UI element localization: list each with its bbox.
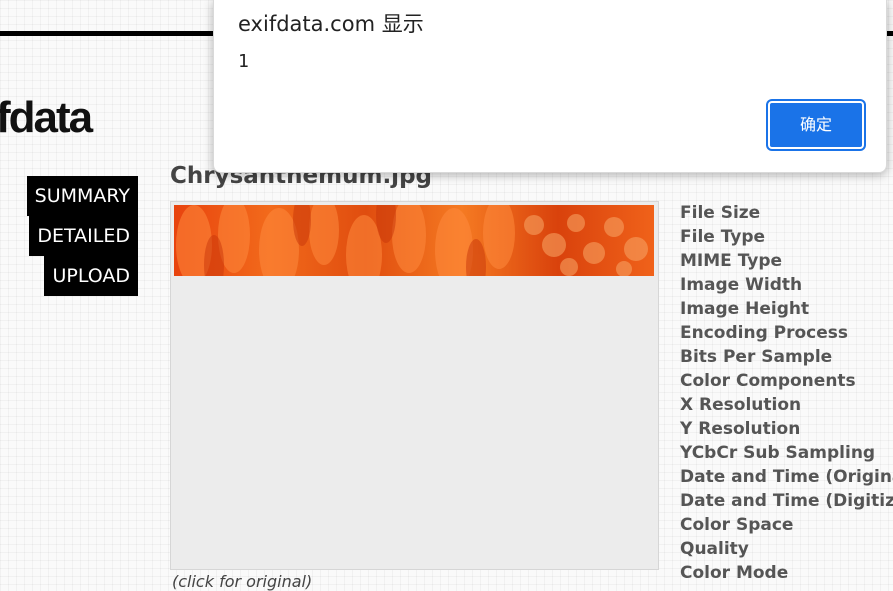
flower-image <box>176 205 648 276</box>
property-label: File Type <box>680 227 766 247</box>
nav-upload-link[interactable]: UPLOAD <box>44 256 138 296</box>
property-label: Date and Time (Original) <box>680 467 893 487</box>
image-caption[interactable]: (click for original) <box>172 572 312 591</box>
property-label: Color Mode <box>680 563 789 583</box>
property-label: File Size <box>680 203 761 223</box>
nav-summary-link[interactable]: SUMMARY <box>26 176 138 216</box>
property-label: Quality <box>680 539 749 559</box>
alert-dialog: exifdata.com 显示 1 确定 <box>213 0 887 173</box>
property-label: X Resolution <box>680 395 802 415</box>
property-label: Encoding Process <box>680 323 849 343</box>
property-label: Bits Per Sample <box>680 347 833 367</box>
property-list: File Size File Type MIME Type Image Widt… <box>680 203 893 587</box>
dialog-ok-button[interactable]: 确定 <box>768 101 864 149</box>
dialog-title: exifdata.com 显示 <box>238 12 424 36</box>
property-label: Color Components <box>680 371 856 391</box>
nav-detailed-link[interactable]: DETAILED <box>29 216 138 256</box>
site-logo[interactable]: fdata <box>0 96 93 140</box>
dialog-message: 1 <box>238 51 249 72</box>
image-thumbnail[interactable] <box>174 205 654 276</box>
property-label: YCbCr Sub Sampling <box>680 443 876 463</box>
property-label: Image Height <box>680 299 810 319</box>
property-label: Y Resolution <box>680 419 801 439</box>
property-label: Color Space <box>680 515 794 535</box>
image-preview[interactable] <box>170 201 659 570</box>
property-label: Image Width <box>680 275 803 295</box>
property-label: Date and Time (Digitized) <box>680 491 893 511</box>
property-label: MIME Type <box>680 251 783 271</box>
